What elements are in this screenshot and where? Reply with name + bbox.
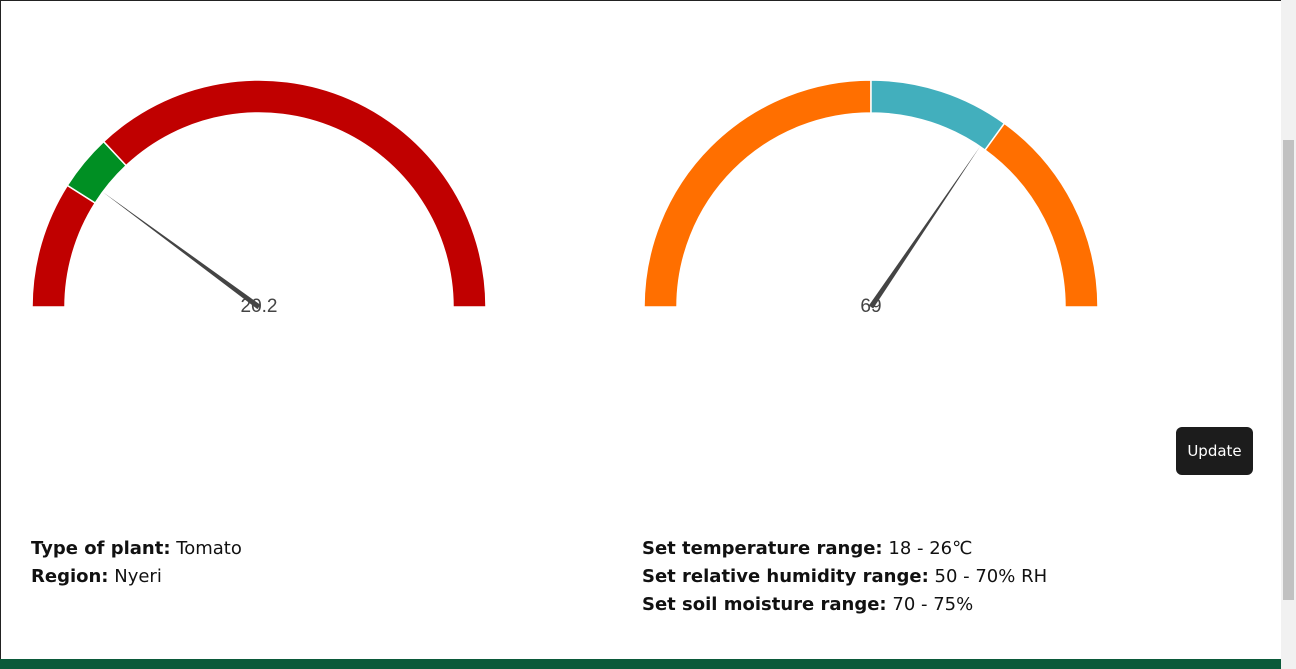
settings-info: Set temperature range: 18 - 26℃ Set rela… [642,535,1047,619]
plant-type-row: Type of plant: Tomato [31,535,242,563]
region-label: Region: [31,566,109,587]
update-button[interactable]: Update [1176,427,1253,475]
region-row: Region: Nyeri [31,563,242,591]
plant-type-label: Type of plant: [31,538,171,559]
vertical-scrollbar[interactable] [1281,0,1296,669]
temperature-gauge-low-band [31,184,97,308]
temperature-range-value: 18 - 26℃ [882,538,973,559]
plant-type-value: Tomato [170,538,242,559]
humidity-gauge-low-band [643,79,872,308]
region-value: Nyeri [108,566,162,587]
temperature-range-label: Set temperature range: [642,538,883,559]
temperature-gauge: 20.2 [30,60,488,317]
temperature-gauge-svg [31,79,487,310]
humidity-gauge-target-band [870,79,1006,152]
humidity-range-label: Set relative humidity range: [642,566,929,587]
plant-info: Type of plant: Tomato Region: Nyeri [31,535,242,591]
humidity-gauge-high-band [983,122,1099,308]
humidity-range-row: Set relative humidity range: 50 - 70% RH [642,563,1047,591]
humidity-gauge-svg [643,79,1099,309]
humidity-gauge: 69 [642,60,1100,317]
humidity-gauge-value: 69 [860,296,882,317]
scrollbar-thumb[interactable] [1283,140,1294,600]
humidity-gauge-needle [868,146,981,309]
soil-range-row: Set soil moisture range: 70 - 75% [642,591,1047,619]
temperature-gauge-value: 20.2 [240,296,278,317]
footer-bar [0,659,1281,669]
soil-range-label: Set soil moisture range: [642,594,887,615]
temperature-gauge-needle [102,191,261,310]
temperature-range-row: Set temperature range: 18 - 26℃ [642,535,1047,563]
soil-range-value: 70 - 75% [886,594,974,615]
temperature-gauge-high-band [102,79,487,308]
humidity-range-value: 50 - 70% RH [928,566,1048,587]
